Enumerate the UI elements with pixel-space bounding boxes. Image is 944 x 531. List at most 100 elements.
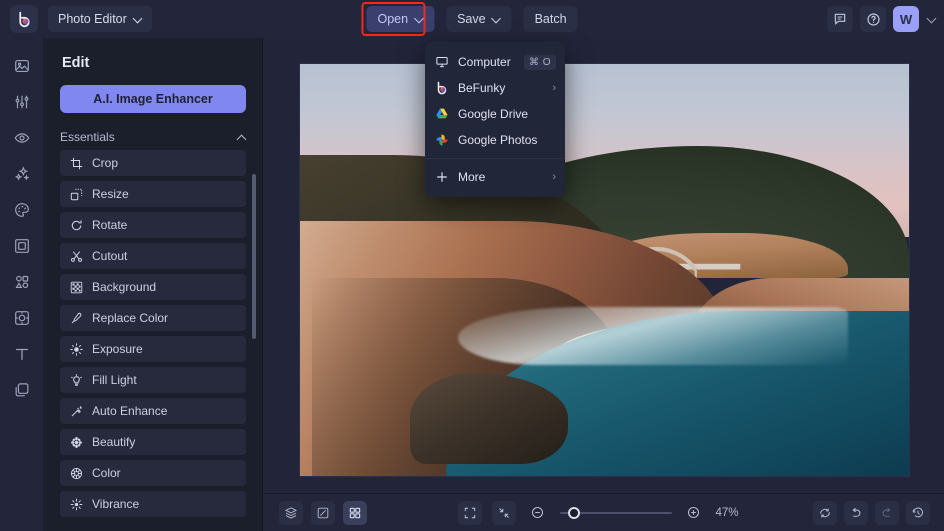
rotate-icon: [69, 218, 83, 232]
top-right-actions: W: [827, 0, 936, 38]
rail-item-text[interactable]: [0, 336, 44, 372]
tool-row-crop[interactable]: Crop: [60, 150, 246, 176]
rail-item-touch-up[interactable]: [0, 120, 44, 156]
tool-label: Cutout: [92, 249, 127, 263]
app-switcher[interactable]: Photo Editor: [48, 6, 152, 32]
sun-icon: [69, 342, 83, 356]
tool-row-cutout[interactable]: Cutout: [60, 243, 246, 269]
rail-item-artsy[interactable]: [0, 192, 44, 228]
menu-item-befunky[interactable]: BeFunky ›: [425, 75, 565, 101]
menu-item-label: Computer: [458, 55, 515, 69]
chevron-right-icon: ›: [552, 82, 556, 94]
photo-surf: [458, 307, 848, 365]
menu-item-label: BeFunky: [458, 81, 543, 95]
tool-row-color[interactable]: Color: [60, 460, 246, 486]
center-actions: Open Save Batch: [366, 0, 577, 38]
question-circle-icon[interactable]: [860, 6, 886, 32]
panel-scrollbar[interactable]: [252, 174, 256, 339]
tool-label: Replace Color: [92, 311, 168, 325]
rail-item-graphics[interactable]: [0, 264, 44, 300]
chevron-up-icon: [238, 133, 246, 141]
open-button[interactable]: Open: [366, 6, 434, 32]
scissors-icon: [69, 249, 83, 263]
tool-row-fill-light[interactable]: Fill Light: [60, 367, 246, 393]
history-clock-icon[interactable]: [906, 501, 930, 525]
grid-four-icon[interactable]: [343, 501, 367, 525]
rail-item-effects[interactable]: [0, 156, 44, 192]
menu-item-google-photos[interactable]: Google Photos: [425, 127, 565, 153]
open-dropdown-menu: Computer ⌘ O BeFunky ›: [425, 42, 565, 197]
canvas-area: [263, 38, 944, 493]
bottom-toolbar: 47%: [263, 493, 944, 531]
section-label: Essentials: [60, 130, 115, 144]
menu-item-more[interactable]: More ›: [425, 164, 565, 190]
chevron-down-icon: [493, 15, 501, 23]
tool-row-exposure[interactable]: Exposure: [60, 336, 246, 362]
expand-frame-icon[interactable]: [458, 501, 482, 525]
reset-refresh-icon[interactable]: [813, 501, 837, 525]
batch-button-label: Batch: [535, 12, 567, 26]
photo-editor-app: Photo Editor Open Save Batch: [0, 0, 944, 531]
tool-label: Crop: [92, 156, 118, 170]
chat-bubble-icon[interactable]: [827, 6, 853, 32]
flower-icon: [69, 435, 83, 449]
tool-label: Auto Enhance: [92, 404, 167, 418]
page-title: Edit: [62, 55, 262, 71]
tool-row-resize[interactable]: Resize: [60, 181, 246, 207]
rail-item-frames[interactable]: [0, 228, 44, 264]
bottom-right-group: [813, 501, 930, 525]
tool-row-rotate[interactable]: Rotate: [60, 212, 246, 238]
vibrance-icon: [69, 497, 83, 511]
redo-arrow-icon[interactable]: [875, 501, 899, 525]
tool-label: Resize: [92, 187, 129, 201]
checkerboard-icon: [69, 280, 83, 294]
tool-row-auto-enhance[interactable]: Auto Enhance: [60, 398, 246, 424]
rail-item-layers[interactable]: [0, 372, 44, 408]
plus-circle-icon[interactable]: [682, 501, 706, 525]
befunky-logo-icon[interactable]: [10, 5, 38, 33]
rail-item-overlays[interactable]: [0, 300, 44, 336]
tool-row-replace-color[interactable]: Replace Color: [60, 305, 246, 331]
zoom-slider[interactable]: [560, 512, 672, 514]
rail-item-image[interactable]: [0, 48, 44, 84]
layers-icon[interactable]: [279, 501, 303, 525]
open-button-wrap: Open: [366, 6, 434, 32]
app-switcher-label: Photo Editor: [58, 12, 127, 26]
google-drive-icon: [434, 107, 449, 122]
tool-label: Beautify: [92, 435, 135, 449]
collapse-arrows-icon[interactable]: [492, 501, 516, 525]
resize-icon: [69, 187, 83, 201]
chevron-down-icon: [134, 15, 142, 23]
menu-item-google-drive[interactable]: Google Drive: [425, 101, 565, 127]
tool-row-vibrance[interactable]: Vibrance: [60, 491, 246, 517]
befunky-logo-icon: [434, 81, 449, 96]
tool-label: Rotate: [92, 218, 127, 232]
ai-image-enhancer-button[interactable]: A.I. Image Enhancer: [60, 85, 246, 113]
account-chevron-down-icon[interactable]: [928, 15, 936, 23]
chevron-down-icon: [415, 15, 423, 23]
section-header-essentials[interactable]: Essentials: [60, 130, 246, 144]
open-button-label: Open: [377, 12, 408, 26]
save-button[interactable]: Save: [446, 6, 512, 32]
tool-row-beautify[interactable]: Beautify: [60, 429, 246, 455]
chevron-right-icon: ›: [552, 171, 556, 183]
batch-button[interactable]: Batch: [524, 6, 578, 32]
zoom-slider-handle[interactable]: [568, 507, 580, 519]
rail-item-edit[interactable]: [0, 84, 44, 120]
top-toolbar: Photo Editor Open Save Batch: [0, 0, 944, 38]
tool-label: Exposure: [92, 342, 143, 356]
menu-separator: [425, 158, 565, 159]
tool-label: Background: [92, 280, 156, 294]
undo-arrow-icon[interactable]: [844, 501, 868, 525]
compare-split-icon[interactable]: [311, 501, 335, 525]
crop-icon: [69, 156, 83, 170]
save-button-label: Save: [457, 12, 486, 26]
bulb-icon: [69, 373, 83, 387]
menu-item-computer[interactable]: Computer ⌘ O: [425, 49, 565, 75]
editing-photo[interactable]: [300, 64, 909, 476]
tool-row-background[interactable]: Background: [60, 274, 246, 300]
minus-circle-icon[interactable]: [526, 501, 550, 525]
monitor-icon: [434, 55, 449, 70]
edit-panel: Edit A.I. Image Enhancer Essentials Crop: [44, 38, 263, 531]
avatar[interactable]: W: [893, 6, 919, 32]
